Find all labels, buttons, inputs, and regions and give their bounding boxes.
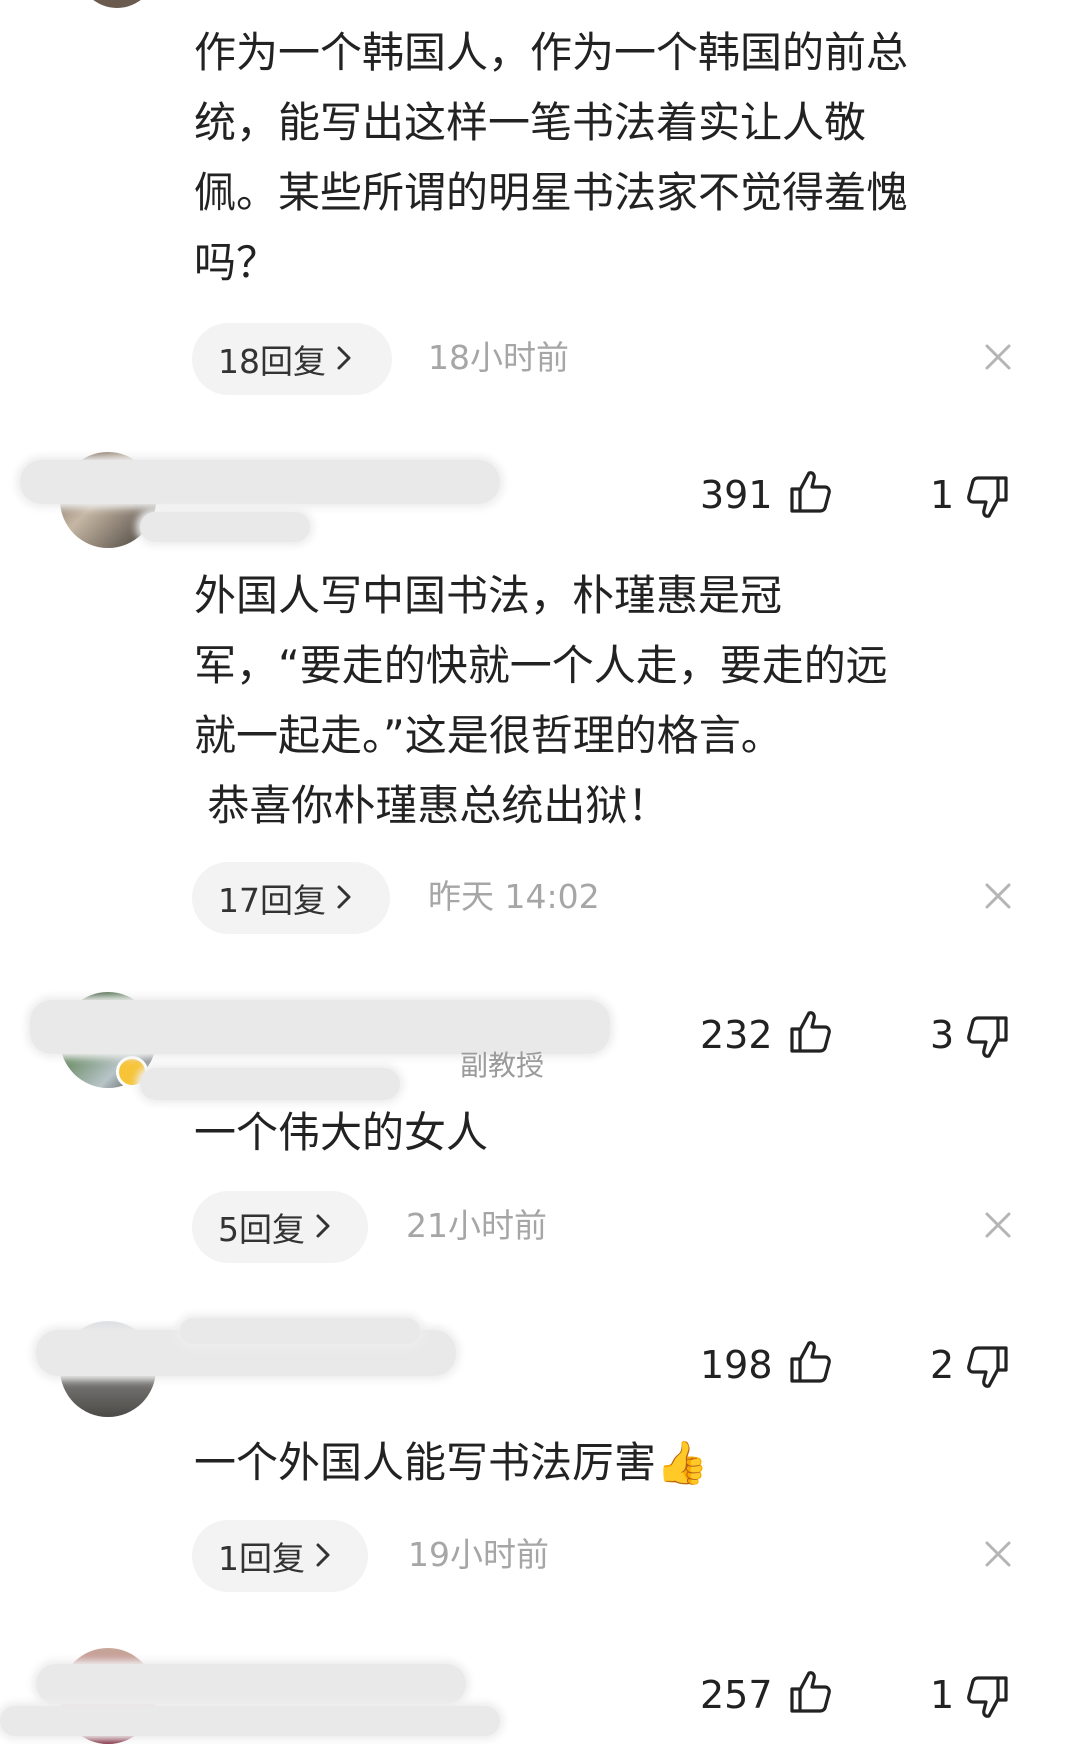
close-icon[interactable]	[982, 1538, 1014, 1570]
comment-time: 19小时前	[408, 1535, 549, 1574]
dislike-count: 1	[930, 1673, 955, 1717]
avatar[interactable]	[78, 0, 156, 8]
chevron-right-icon	[315, 1537, 331, 1576]
close-icon[interactable]	[982, 880, 1014, 912]
replies-count: 5回复	[218, 1210, 305, 1249]
username-redacted	[180, 1318, 420, 1344]
dislike-count: 1	[930, 473, 955, 517]
thumbs-down-icon[interactable]	[966, 1344, 1010, 1390]
like-count: 257	[700, 1673, 773, 1717]
like-count: 391	[700, 473, 773, 517]
thumbs-down-icon[interactable]	[966, 1014, 1010, 1060]
like-count: 232	[700, 1013, 773, 1057]
replies-count: 1回复	[218, 1539, 305, 1578]
replies-count: 18回复	[218, 342, 326, 381]
replies-button[interactable]: 17回复	[192, 862, 390, 934]
replies-button[interactable]: 1回复	[192, 1520, 368, 1592]
comment-time: 21小时前	[406, 1206, 547, 1245]
close-icon[interactable]	[982, 341, 1014, 373]
chevron-right-icon	[336, 340, 352, 379]
replies-count: 17回复	[218, 881, 326, 920]
thumbs-up-icon[interactable]	[788, 1339, 832, 1385]
comment-time: 18小时前	[428, 338, 569, 377]
thumbs-up-icon[interactable]	[788, 1669, 832, 1715]
replies-button[interactable]: 5回复	[192, 1191, 368, 1263]
comment-text: 一个外国人能写书法厉害👍	[194, 1438, 709, 1487]
dislike-count: 2	[930, 1343, 955, 1387]
username-redacted	[140, 1068, 400, 1100]
thumbs-up-icon[interactable]	[788, 1009, 832, 1055]
chevron-right-icon	[336, 879, 352, 918]
username-redacted	[36, 1664, 466, 1704]
thumbs-down-icon[interactable]	[966, 474, 1010, 520]
like-count: 198	[700, 1343, 773, 1387]
comment-text: 作为一个韩国人，作为一个韩国的前总 统，能写出这样一笔书法着实让人敬 佩。某些所…	[194, 28, 909, 287]
user-title: 副教授	[460, 1049, 545, 1082]
comment-text: 外国人写中国书法，朴瑾惠是冠 军，“要走的快就一个人走，要走的远 就一起走。”这…	[194, 571, 888, 830]
thumbs-up-icon[interactable]	[788, 469, 832, 515]
comment-text: 一个伟大的女人	[194, 1108, 489, 1157]
username-redacted	[20, 460, 500, 504]
replies-button[interactable]: 18回复	[192, 323, 392, 395]
thumbs-down-icon[interactable]	[966, 1674, 1010, 1720]
close-icon[interactable]	[982, 1209, 1014, 1241]
dislike-count: 3	[930, 1013, 955, 1057]
comment-time: 昨天 14:02	[428, 877, 600, 916]
chevron-right-icon	[315, 1208, 331, 1247]
username-redacted	[0, 1706, 500, 1736]
username-redacted	[140, 512, 310, 542]
